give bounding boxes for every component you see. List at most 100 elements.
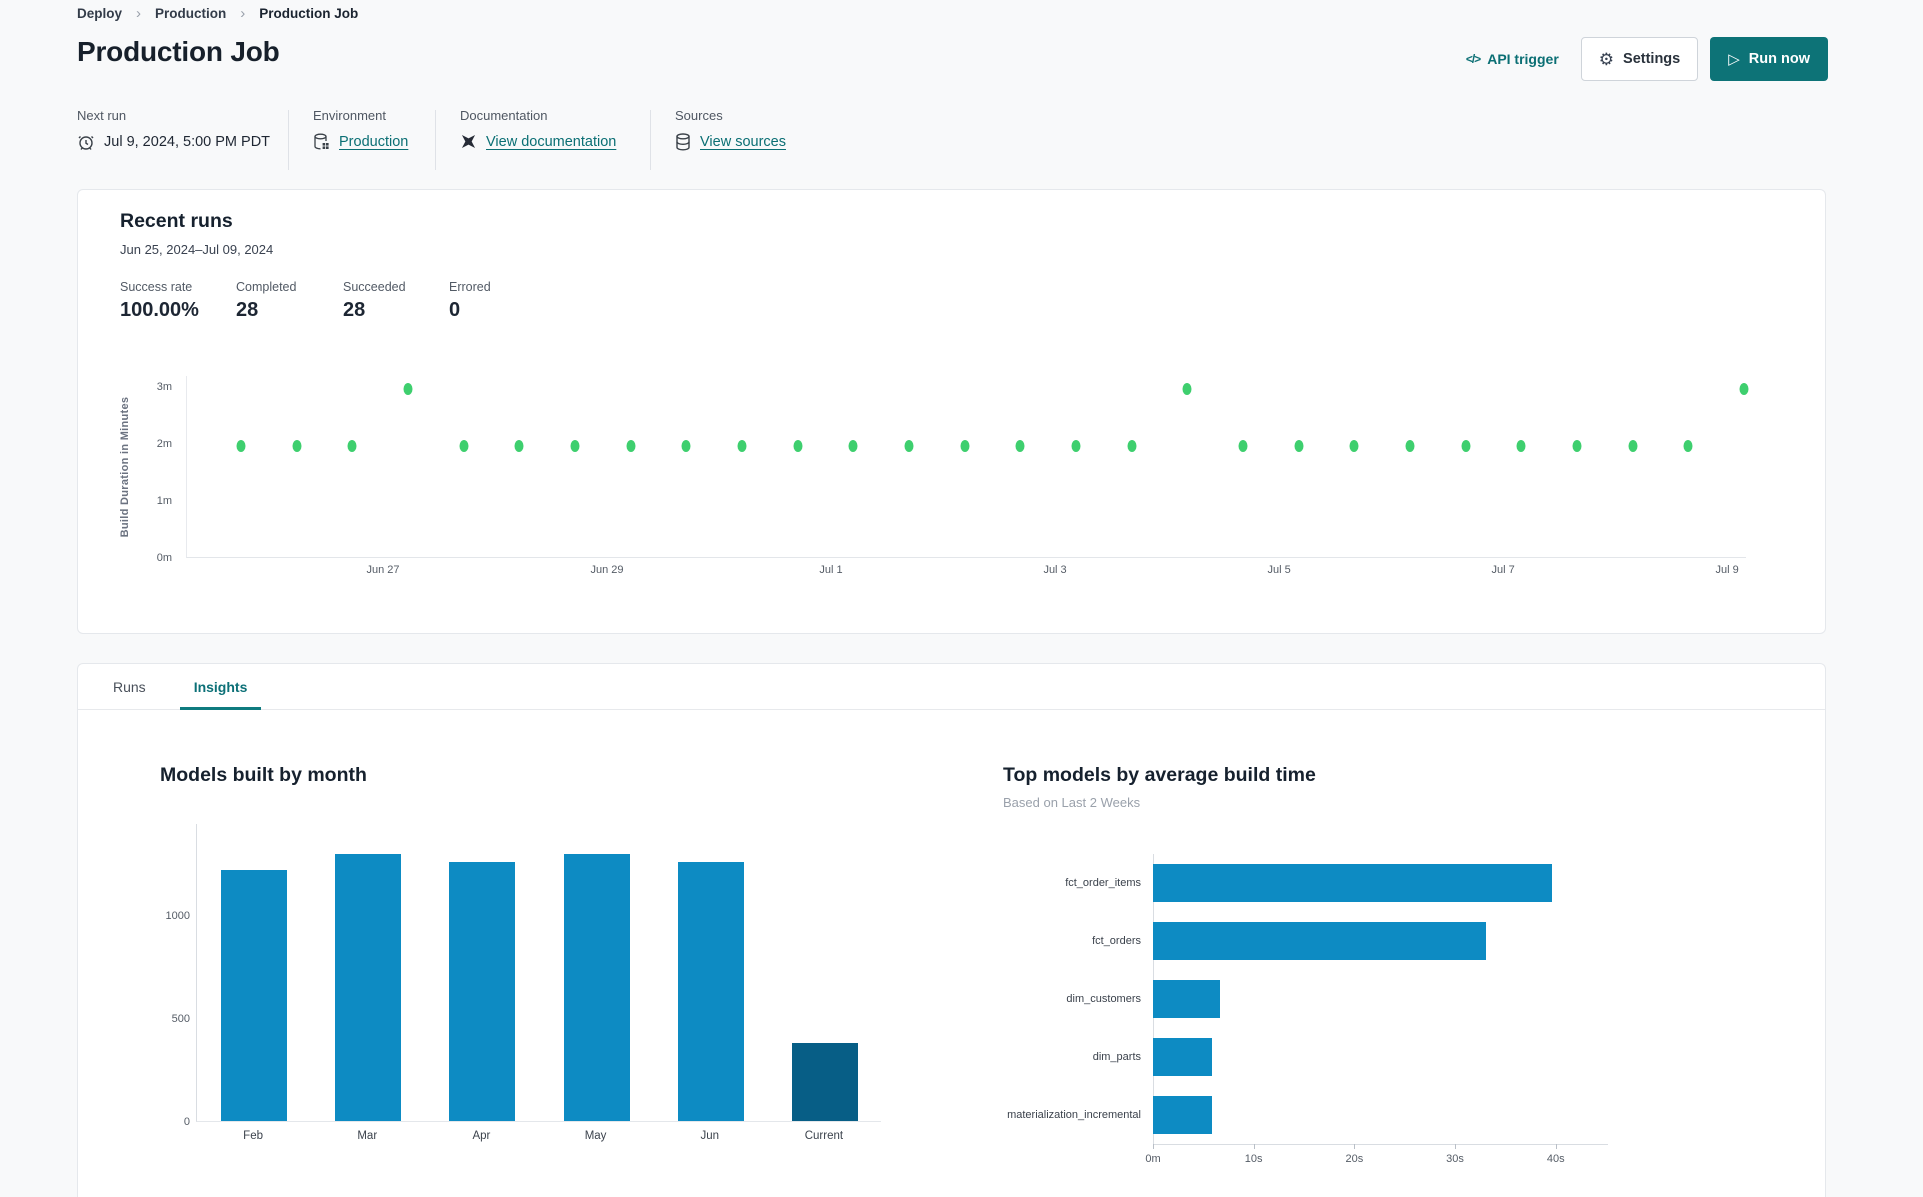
run-dot[interactable] — [1127, 440, 1137, 453]
scatter-x-tick: Jul 9 — [1715, 564, 1739, 576]
breadcrumb-item-production[interactable]: Production — [155, 6, 226, 21]
hbar-bar — [1153, 922, 1487, 960]
api-trigger-label: API trigger — [1487, 51, 1559, 67]
job-detail-card: Runs Insights Models built by month 0 500… — [77, 663, 1826, 1197]
scatter-x-tick: Jul 1 — [819, 564, 843, 576]
view-documentation-link[interactable]: View documentation — [486, 134, 616, 150]
run-dot[interactable] — [1015, 440, 1025, 453]
run-dot[interactable] — [347, 440, 357, 453]
stat-succeeded: Succeeded 28 — [343, 280, 406, 321]
run-dot[interactable] — [1071, 440, 1081, 453]
scatter-x-tick: Jun 29 — [590, 564, 624, 576]
scatter-x-tick: Jul 7 — [1491, 564, 1515, 576]
api-trigger-link[interactable]: </> API trigger — [1466, 51, 1559, 67]
hbar-tick-mark — [1153, 1144, 1154, 1149]
tab-runs[interactable]: Runs — [99, 664, 160, 709]
run-dot[interactable] — [1683, 440, 1693, 453]
hbar-row: fct_orders — [913, 912, 1623, 970]
hbar-row: dim_parts — [913, 1028, 1623, 1086]
scatter-x-ticks: Jun 27 Jun 29 Jul 1 Jul 3 Jul 5 Jul 7 Jul 9 — [186, 564, 1746, 580]
stat-errored: Errored 0 — [449, 280, 491, 321]
stat-completed: Completed 28 — [236, 280, 297, 321]
dbt-logo-icon — [460, 133, 477, 150]
month-bar — [563, 853, 630, 1121]
view-sources-link[interactable]: View sources — [700, 134, 786, 150]
recent-runs-card: Recent runs Jun 25, 2024–Jul 09, 2024 Su… — [77, 189, 1826, 634]
hbar-model-label: materialization_incremental — [1007, 1109, 1141, 1121]
run-dot[interactable] — [1182, 383, 1192, 396]
run-dot[interactable] — [960, 440, 970, 453]
run-dot[interactable] — [236, 440, 246, 453]
month-bar — [221, 870, 288, 1121]
run-dot[interactable] — [1461, 440, 1471, 453]
next-run-info: Next run Jul 9, 2024, 5:00 PM PDT — [77, 108, 270, 151]
environment-link[interactable]: Production — [339, 134, 408, 150]
run-dot[interactable] — [681, 440, 691, 453]
scatter-x-tick: Jul 5 — [1267, 564, 1291, 576]
tab-insights[interactable]: Insights — [179, 664, 262, 710]
breadcrumb-item-deploy[interactable]: Deploy — [77, 6, 122, 21]
play-icon: ▷ — [1728, 50, 1740, 68]
run-dot[interactable] — [1349, 440, 1359, 453]
build-duration-scatter-plot — [186, 376, 1749, 558]
run-dot[interactable] — [1628, 440, 1638, 453]
run-dot[interactable] — [514, 440, 524, 453]
run-dot[interactable] — [1739, 383, 1749, 396]
recent-runs-date-range: Jun 25, 2024–Jul 09, 2024 — [120, 242, 274, 257]
models-by-month-title: Models built by month — [160, 764, 367, 786]
hbar-row: materialization_incremental — [913, 1086, 1623, 1144]
run-now-label: Run now — [1748, 51, 1810, 67]
hbar-bar — [1153, 1038, 1213, 1076]
hbar-tick-mark — [1253, 1144, 1255, 1149]
run-dot[interactable] — [737, 440, 747, 453]
hbar-bar — [1153, 980, 1221, 1018]
sources-info: Sources View sources — [675, 108, 786, 151]
top-models-title: Top models by average build time — [1003, 764, 1316, 786]
top-models-subtitle: Based on Last 2 Weeks — [1003, 795, 1141, 810]
run-dot[interactable] — [1405, 440, 1415, 453]
scatter-y-ticks: 0m 1m 2m 3m — [78, 376, 176, 564]
environment-icon — [313, 133, 330, 151]
recent-runs-title: Recent runs — [120, 210, 233, 232]
run-dot[interactable] — [1294, 440, 1304, 453]
bar-x-label: Mar — [357, 1130, 378, 1142]
run-dot[interactable] — [403, 383, 413, 396]
documentation-label: Documentation — [460, 108, 548, 123]
hbar-model-label: dim_parts — [1092, 1051, 1141, 1063]
bar-y-tick: 500 — [171, 1013, 190, 1026]
alarm-clock-icon — [77, 133, 95, 151]
tab-bar: Runs Insights — [78, 664, 1825, 710]
sources-label: Sources — [675, 108, 723, 123]
run-dot[interactable] — [848, 440, 858, 453]
hbar-row: fct_order_items — [913, 854, 1623, 912]
month-bar — [791, 1042, 858, 1121]
hbar-bar — [1153, 1096, 1213, 1134]
run-dot[interactable] — [292, 440, 302, 453]
hbar-model-label: dim_customers — [1066, 993, 1141, 1005]
documentation-info: Documentation View documentation — [460, 108, 616, 150]
code-icon: </> — [1465, 52, 1481, 66]
settings-button[interactable]: ⚙ Settings — [1580, 37, 1699, 81]
run-dot[interactable] — [1238, 440, 1248, 453]
environment-info: Environment Production — [313, 108, 408, 151]
divider — [650, 110, 651, 170]
run-dot[interactable] — [793, 440, 803, 453]
month-bar — [335, 853, 402, 1121]
run-dot[interactable] — [626, 440, 636, 453]
scatter-y-tick: 2m — [156, 438, 172, 450]
bar-x-labels: Feb Mar Apr May Jun Current — [196, 1130, 881, 1146]
divider — [435, 110, 436, 170]
models-by-month-chart: 0 500 1000 Feb Mar Apr May Jun Current — [156, 824, 916, 1154]
run-dot[interactable] — [904, 440, 914, 453]
run-dot[interactable] — [459, 440, 469, 453]
run-dot[interactable] — [570, 440, 580, 453]
scatter-x-tick: Jun 27 — [366, 564, 400, 576]
next-run-label: Next run — [77, 108, 127, 123]
chevron-right-icon: › — [240, 5, 246, 22]
run-now-button[interactable]: ▷ Run now — [1710, 37, 1828, 81]
run-dot[interactable] — [1516, 440, 1526, 453]
header-actions: </> API trigger ⚙ Settings ▷ Run now — [1466, 37, 1828, 81]
hbar-bar — [1153, 864, 1552, 902]
next-run-value: Jul 9, 2024, 5:00 PM PDT — [104, 134, 271, 150]
run-dot[interactable] — [1572, 440, 1582, 453]
